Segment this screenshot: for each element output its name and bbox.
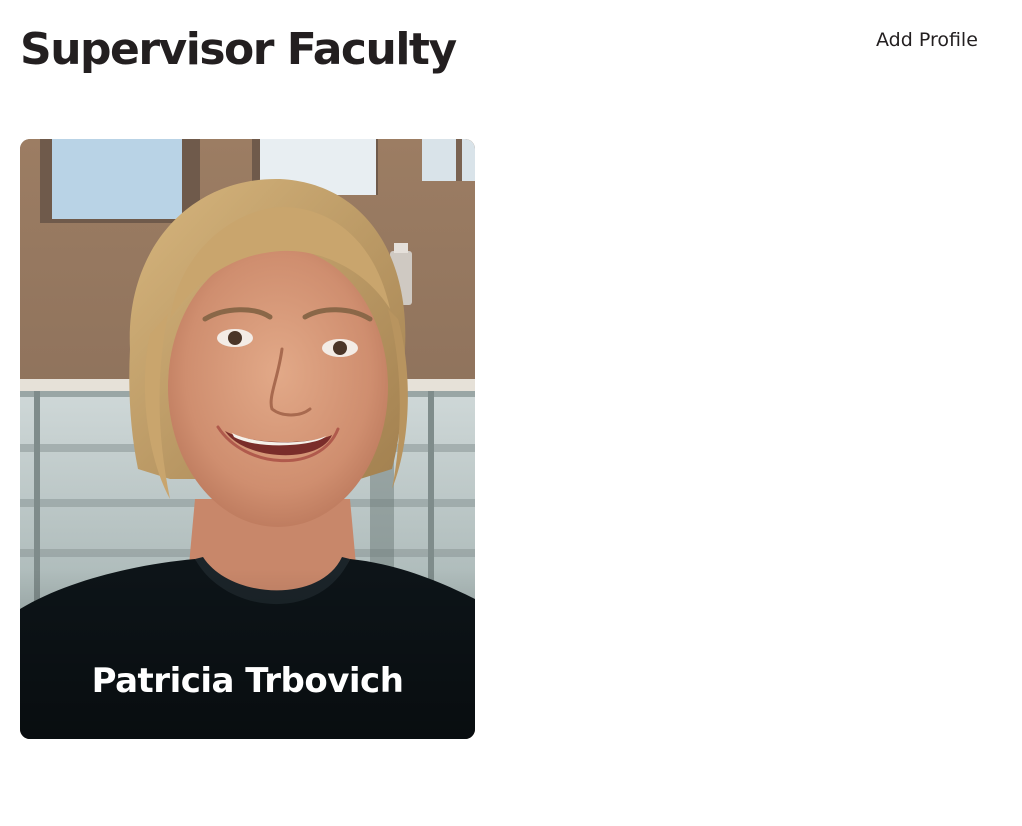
profile-name: Patricia Trbovich xyxy=(91,661,404,701)
card-name-overlay xyxy=(20,569,475,739)
profile-card[interactable]: Patricia Trbovich xyxy=(20,139,475,739)
page-title: Supervisor Faculty xyxy=(20,24,457,75)
add-profile-link[interactable]: Add Profile xyxy=(876,28,978,52)
